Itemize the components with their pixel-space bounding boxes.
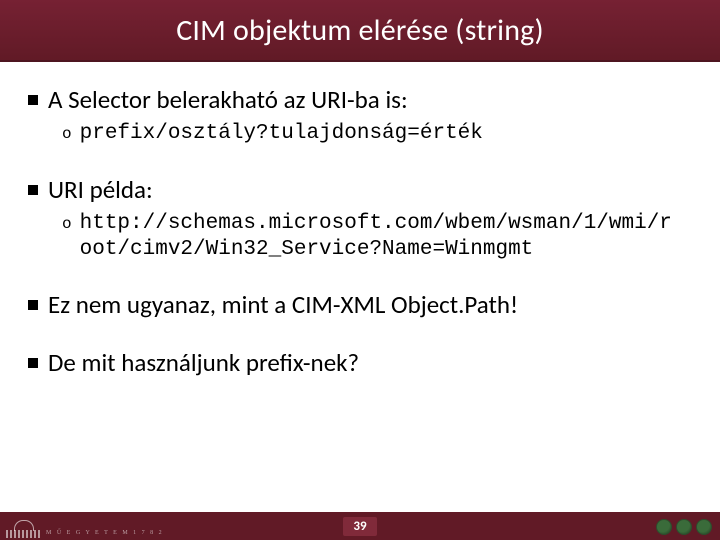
square-bullet-icon — [28, 185, 38, 195]
university-logo-icon — [6, 516, 40, 538]
footer-left: M Ű E G Y E T E M 1 7 8 2 — [6, 516, 164, 538]
bullet-list: A Selector belerakható az URI-ba is: o p… — [28, 84, 692, 378]
list-item: URI példa: o http://schemas.microsoft.co… — [28, 174, 692, 264]
university-name: M Ű E G Y E T E M 1 7 8 2 — [46, 530, 164, 538]
list-item: A Selector belerakható az URI-ba is: o p… — [28, 84, 692, 148]
seal-icon — [676, 519, 692, 535]
sub-list: o prefix/osztály?tulajdonság=érték — [62, 121, 692, 147]
page-number: 39 — [343, 517, 376, 536]
slide-body: A Selector belerakható az URI-ba is: o p… — [0, 62, 720, 540]
seal-icon — [656, 519, 672, 535]
footer-right — [656, 519, 712, 535]
footer-bar: M Ű E G Y E T E M 1 7 8 2 39 — [0, 512, 720, 540]
sub-bullet-text: http://schemas.microsoft.com/wbem/wsman/… — [80, 211, 680, 264]
bullet-text: Ez nem ugyanaz, mint a CIM-XML Object.Pa… — [48, 289, 518, 320]
sub-bullet-text: prefix/osztály?tulajdonság=érték — [80, 121, 483, 147]
title-bar: CIM objektum elérése (string) — [0, 0, 720, 62]
circle-bullet-icon: o — [62, 126, 72, 142]
list-item: Ez nem ugyanaz, mint a CIM-XML Object.Pa… — [28, 289, 692, 320]
square-bullet-icon — [28, 300, 38, 310]
bullet-text: URI példa: — [48, 174, 153, 205]
slide-title: CIM objektum elérése (string) — [176, 12, 544, 49]
circle-bullet-icon: o — [62, 216, 72, 232]
sub-list: o http://schemas.microsoft.com/wbem/wsma… — [62, 211, 692, 264]
seal-icon — [696, 519, 712, 535]
square-bullet-icon — [28, 95, 38, 105]
bullet-text: A Selector belerakható az URI-ba is: — [48, 84, 408, 115]
bullet-text: De mit használjunk prefix-nek? — [48, 347, 359, 378]
slide: CIM objektum elérése (string) A Selector… — [0, 0, 720, 540]
square-bullet-icon — [28, 358, 38, 368]
list-item: De mit használjunk prefix-nek? — [28, 347, 692, 378]
sub-list-item: o prefix/osztály?tulajdonság=érték — [62, 121, 692, 147]
sub-list-item: o http://schemas.microsoft.com/wbem/wsma… — [62, 211, 692, 264]
